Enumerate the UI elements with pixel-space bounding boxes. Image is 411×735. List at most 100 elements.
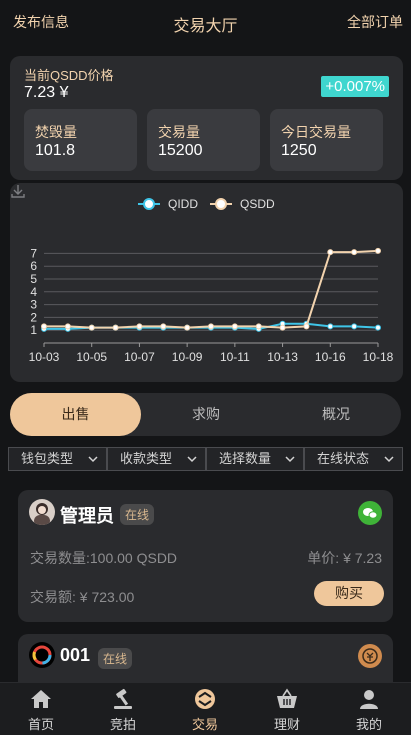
basket-icon bbox=[277, 688, 297, 708]
data-point bbox=[327, 249, 334, 256]
data-point bbox=[160, 323, 167, 330]
x-tick-label: 10-05 bbox=[76, 350, 107, 364]
stat-value: 101.8 bbox=[35, 142, 76, 159]
stat-value: 15200 bbox=[158, 142, 203, 159]
home-icon bbox=[31, 690, 51, 708]
stat-value: 1250 bbox=[281, 142, 317, 159]
data-point bbox=[41, 323, 47, 330]
seller-name: 管理员 bbox=[60, 506, 114, 526]
publish-info-link[interactable]: 发布信息 bbox=[13, 12, 69, 32]
stat-volume: 交易量 15200 bbox=[147, 109, 260, 171]
stat-label: 今日交易量 bbox=[281, 124, 351, 140]
filter-label: 在线状态 bbox=[317, 451, 370, 466]
legend-marker bbox=[143, 198, 155, 210]
buy-button[interactable]: 购买 bbox=[314, 581, 384, 606]
stat-label: 交易量 bbox=[158, 124, 200, 140]
y-tick-label: 4 bbox=[30, 285, 37, 299]
data-point bbox=[184, 324, 191, 331]
filter-wallet-type[interactable]: 钱包类型 bbox=[8, 447, 107, 471]
data-point bbox=[255, 323, 262, 330]
price-change-badge: +0.007% bbox=[321, 76, 389, 97]
tab-buy[interactable]: 求购 bbox=[141, 393, 271, 436]
data-point bbox=[351, 249, 358, 256]
data-point bbox=[88, 324, 95, 331]
nav-profile[interactable]: 我的 bbox=[328, 683, 410, 735]
nav-auction[interactable]: 竞拍 bbox=[82, 683, 164, 735]
chevron-down-icon bbox=[187, 456, 197, 463]
legend-label: QSDD bbox=[240, 197, 275, 211]
tab-sell[interactable]: 出售 bbox=[10, 393, 141, 436]
nav-home[interactable]: 首页 bbox=[0, 683, 82, 735]
download-icon[interactable] bbox=[10, 183, 26, 199]
order-card: 管理员 在线 交易数量:100.00 QSDD 单价: ¥ 7.23 交易额: … bbox=[18, 490, 393, 622]
unit-price: 单价: ¥ 7.23 bbox=[307, 550, 382, 566]
data-point bbox=[136, 323, 143, 330]
all-orders-link[interactable]: 全部订单 bbox=[347, 12, 403, 32]
x-tick-label: 10-07 bbox=[124, 350, 155, 364]
data-point bbox=[327, 323, 334, 330]
y-tick-label: 2 bbox=[30, 310, 37, 324]
x-tick-label: 10-16 bbox=[315, 350, 346, 364]
user-icon bbox=[360, 690, 378, 709]
top-bar: 发布信息 交易大厅 全部订单 bbox=[0, 0, 411, 44]
tab-overview[interactable]: 概况 bbox=[271, 393, 401, 436]
stat-today-volume: 今日交易量 1250 bbox=[270, 109, 383, 171]
filter-label: 收款类型 bbox=[120, 451, 173, 466]
status-badge: 在线 bbox=[120, 504, 155, 525]
chevron-down-icon bbox=[88, 456, 98, 463]
status-badge: 在线 bbox=[98, 648, 133, 669]
data-point bbox=[64, 323, 71, 330]
legend-label: QIDD bbox=[168, 197, 198, 211]
y-tick-label: 3 bbox=[30, 298, 37, 312]
nav-finance[interactable]: 理财 bbox=[246, 683, 328, 735]
x-tick-label: 10-09 bbox=[172, 350, 203, 364]
stat-label: 焚毁量 bbox=[35, 124, 77, 140]
data-point bbox=[375, 247, 381, 254]
exchange-icon bbox=[195, 689, 215, 709]
data-point bbox=[231, 323, 238, 330]
price-value: 7.23 ¥ bbox=[24, 84, 69, 101]
filter-online-status[interactable]: 在线状态 bbox=[304, 447, 403, 471]
avatar bbox=[29, 642, 55, 668]
series-line-qsdd bbox=[44, 249, 379, 329]
filter-quantity[interactable]: 选择数量 bbox=[206, 447, 304, 471]
nav-label: 交易 bbox=[191, 717, 218, 732]
data-point bbox=[112, 324, 119, 331]
seller-name: 001 bbox=[60, 645, 91, 665]
x-tick-label: 10-03 bbox=[29, 350, 60, 364]
filter-payment-type[interactable]: 收款类型 bbox=[107, 447, 206, 471]
filter-label: 选择数量 bbox=[219, 451, 272, 466]
price-chart-card: 1 2 3 4 5 6 7 10-03 10-05 10-07 10-09 10-11 10-13 10-… bbox=[10, 183, 403, 382]
trade-tabs: 出售 求购 概况 bbox=[10, 393, 401, 436]
legend-marker bbox=[215, 198, 227, 210]
coin-icon bbox=[358, 644, 382, 668]
price-label: 当前QSDD价格 bbox=[24, 68, 114, 83]
nav-label: 理财 bbox=[273, 717, 300, 732]
chevron-down-icon bbox=[285, 456, 295, 463]
x-tick-label: 10-13 bbox=[267, 350, 298, 364]
trade-quantity: 交易数量:100.00 QSDD bbox=[30, 550, 178, 566]
gavel-icon bbox=[114, 688, 132, 709]
y-tick-label: 6 bbox=[30, 259, 37, 273]
chevron-down-icon bbox=[384, 456, 394, 463]
data-point bbox=[375, 324, 381, 331]
price-card: 当前QSDD价格 7.23 ¥ +0.007% 焚毁量 101.8 交易量 15… bbox=[10, 56, 403, 180]
nav-label: 竞拍 bbox=[109, 717, 136, 732]
x-tick-label: 10-18 bbox=[363, 350, 394, 364]
data-point bbox=[351, 323, 358, 330]
wechat-icon bbox=[358, 501, 382, 525]
bottom-nav: 首页 竞拍 交易 理财 我的 bbox=[0, 682, 411, 735]
data-point bbox=[303, 323, 310, 330]
data-point bbox=[208, 323, 214, 330]
nav-label: 我的 bbox=[355, 717, 382, 732]
nav-trade[interactable]: 交易 bbox=[164, 683, 246, 735]
filter-bar: 钱包类型 收款类型 选择数量 在线状态 bbox=[8, 447, 403, 471]
y-tick-label: 5 bbox=[30, 272, 37, 286]
nav-label: 首页 bbox=[27, 717, 54, 732]
x-tick-label: 10-11 bbox=[220, 350, 250, 364]
stat-burned: 焚毁量 101.8 bbox=[24, 109, 137, 171]
avatar bbox=[29, 499, 55, 525]
line-chart: 1234567 10-03 10-05 10-07 10-09 10-11 10-13 10-… bbox=[29, 197, 394, 364]
trade-amount: 交易额: ¥ 723.00 bbox=[30, 589, 135, 605]
y-tick-label: 7 bbox=[30, 246, 37, 260]
